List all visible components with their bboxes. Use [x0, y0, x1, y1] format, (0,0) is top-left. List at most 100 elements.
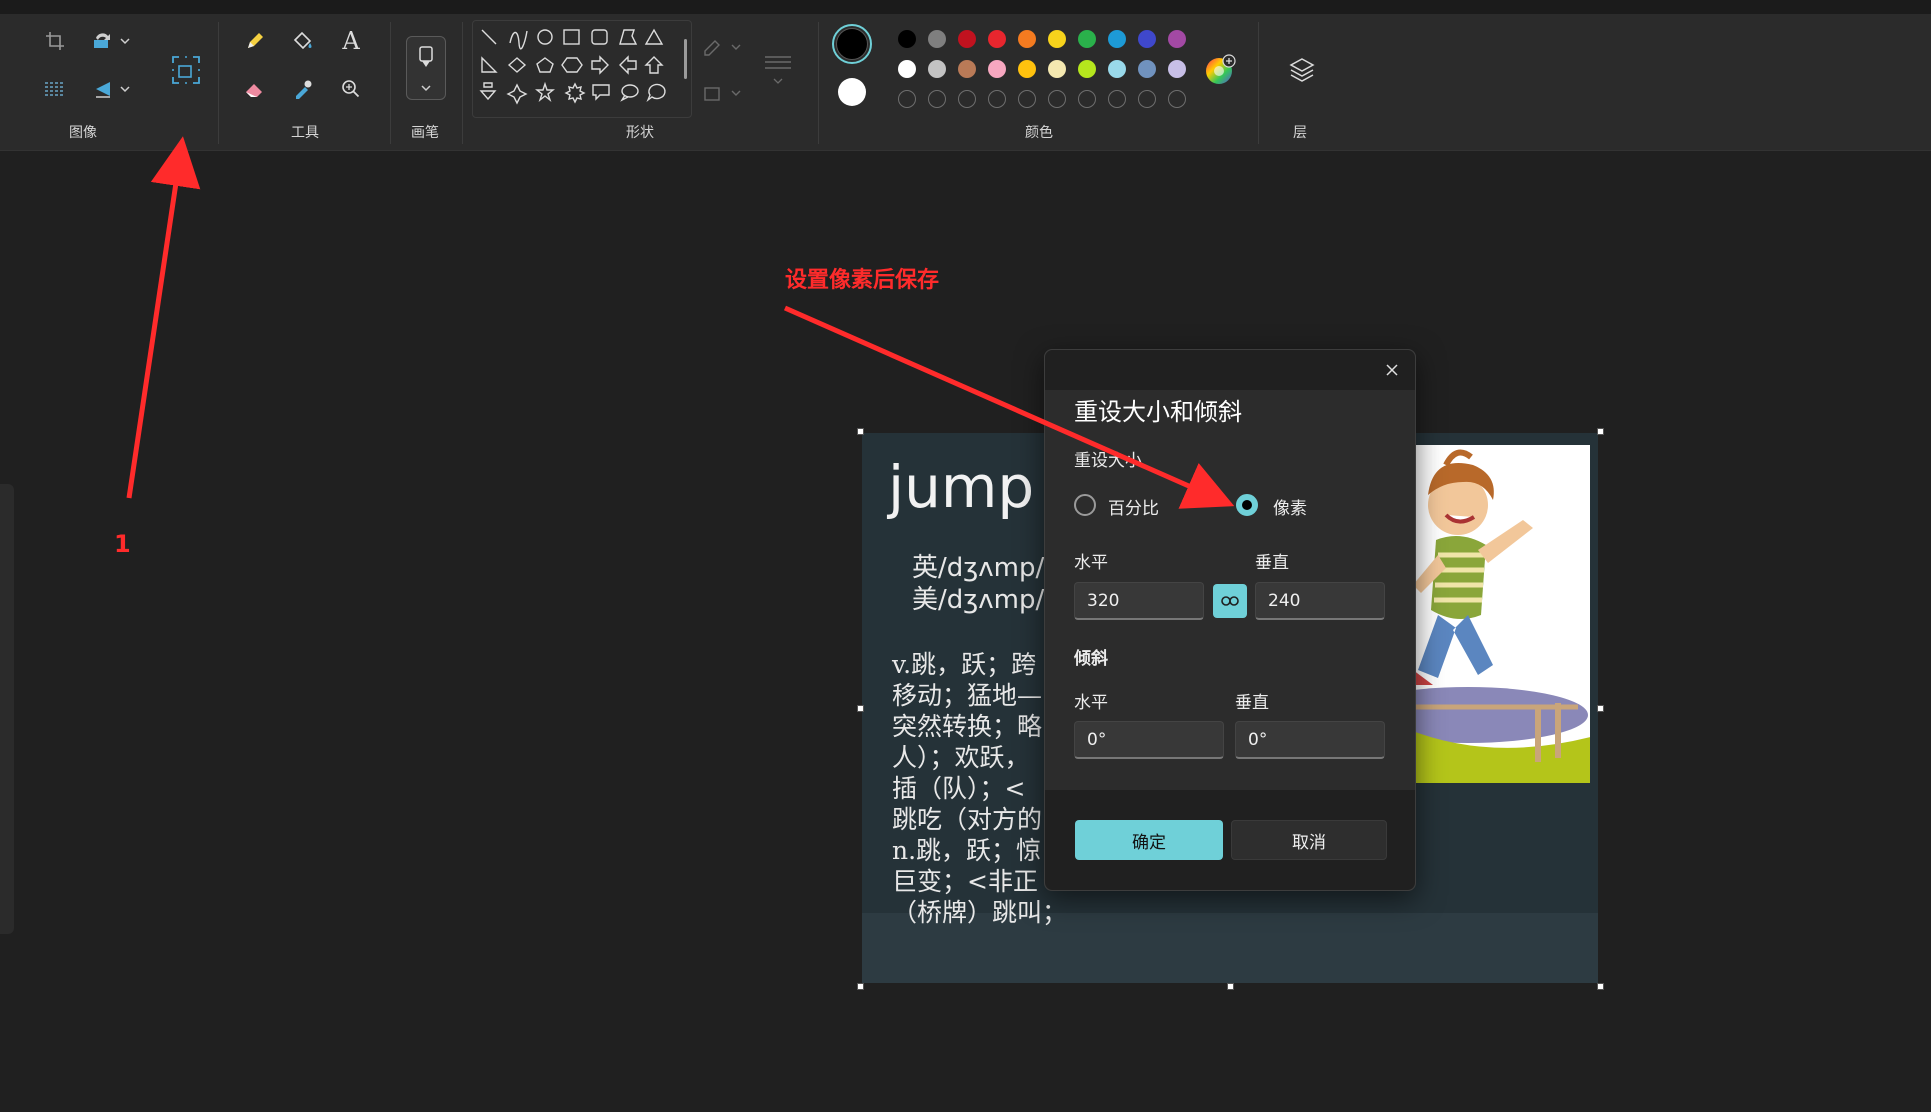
- rotate-chevron-down-icon[interactable]: [116, 24, 134, 58]
- resize-vertical-input[interactable]: 240: [1255, 582, 1385, 620]
- fill-style-icon[interactable]: [700, 76, 744, 110]
- color-swatch[interactable]: [988, 60, 1006, 78]
- color-swatch[interactable]: [1018, 30, 1036, 48]
- color-swatch[interactable]: [898, 30, 916, 48]
- color-swatch[interactable]: [1168, 60, 1186, 78]
- ribbon-separator: [818, 22, 819, 144]
- custom-color-slot[interactable]: [1048, 90, 1066, 108]
- custom-color-slot[interactable]: [1078, 90, 1096, 108]
- ribbon-group-image: 图像: [22, 14, 218, 150]
- pencil-icon[interactable]: [238, 24, 272, 58]
- brush-icon: [419, 45, 433, 67]
- group-label-colors: 颜色: [1025, 125, 1053, 141]
- flip-icon[interactable]: [86, 72, 120, 106]
- close-icon: [1386, 364, 1398, 376]
- custom-color-slot[interactable]: [1108, 90, 1126, 108]
- color-swatch[interactable]: [1048, 30, 1066, 48]
- select-all-icon[interactable]: [38, 72, 72, 106]
- group-label-tools: 工具: [291, 125, 319, 141]
- edit-colors-icon[interactable]: [1200, 50, 1240, 90]
- skew-section-title: 倾斜: [1074, 649, 1108, 669]
- percent-radio[interactable]: [1074, 494, 1096, 516]
- color-swatch[interactable]: [988, 30, 1006, 48]
- ribbon-group-colors: 颜色: [820, 14, 1258, 150]
- color-picker-icon[interactable]: [286, 72, 320, 106]
- selection-handle[interactable]: [1227, 983, 1234, 990]
- eraser-icon[interactable]: [238, 72, 272, 106]
- color-swatch[interactable]: [1138, 60, 1156, 78]
- flip-chevron-down-icon[interactable]: [116, 72, 134, 106]
- custom-color-slot[interactable]: [898, 90, 916, 108]
- selection-handle[interactable]: [857, 705, 864, 712]
- selection-handle[interactable]: [1597, 983, 1604, 990]
- ribbon-group-tools: A 工具: [220, 14, 390, 150]
- image-word: jump: [888, 453, 1035, 521]
- custom-color-slot[interactable]: [1138, 90, 1156, 108]
- cancel-button[interactable]: 取消: [1231, 820, 1387, 860]
- shapes-gallery-scrollbar[interactable]: [684, 39, 687, 79]
- selection-handle[interactable]: [1597, 705, 1604, 712]
- custom-color-slot[interactable]: [928, 90, 946, 108]
- color-swatch[interactable]: [928, 30, 946, 48]
- ok-button[interactable]: 确定: [1075, 820, 1223, 860]
- custom-color-slot[interactable]: [958, 90, 976, 108]
- selection-handle[interactable]: [1597, 428, 1604, 435]
- color-swatch[interactable]: [898, 60, 916, 78]
- color-swatch[interactable]: [1048, 60, 1066, 78]
- layers-icon[interactable]: [1282, 50, 1322, 90]
- image-definition-line: （桥牌）跳叫；: [892, 898, 1068, 927]
- custom-color-slot[interactable]: [1168, 90, 1186, 108]
- pixels-radio[interactable]: [1236, 494, 1258, 516]
- color-swatch[interactable]: [1138, 30, 1156, 48]
- ribbon-separator: [390, 22, 391, 144]
- pixels-radio-label: 像素: [1273, 499, 1307, 519]
- color-swatch[interactable]: [1108, 60, 1126, 78]
- custom-color-slot[interactable]: [1018, 90, 1036, 108]
- group-label-image: 图像: [69, 125, 97, 141]
- close-button[interactable]: [1379, 358, 1405, 382]
- text-tool-icon[interactable]: A: [334, 24, 368, 58]
- outline-style-icon[interactable]: [700, 30, 744, 64]
- group-label-layers: 层: [1293, 125, 1307, 141]
- skew-horizontal-input[interactable]: 0°: [1074, 721, 1224, 759]
- fill-bucket-icon[interactable]: [286, 24, 320, 58]
- selection-handle[interactable]: [857, 983, 864, 990]
- chevron-down-icon: [421, 84, 431, 91]
- ribbon-group-layers: 层: [1260, 14, 1340, 150]
- ribbon-toolbar: 图像 A 工具 画笔 形状 颜色 层: [0, 14, 1931, 151]
- annotation-save-hint: 设置像素后保存: [785, 268, 940, 293]
- link-icon: [1221, 596, 1239, 606]
- annotation-step-number: 1: [114, 530, 131, 558]
- custom-color-slot[interactable]: [988, 90, 1006, 108]
- color-swatch[interactable]: [1078, 30, 1096, 48]
- primary-color-button[interactable]: [832, 24, 872, 64]
- crop-icon[interactable]: [38, 24, 72, 58]
- color-swatch[interactable]: [1078, 60, 1096, 78]
- ribbon-group-shapes: 形状: [464, 14, 816, 150]
- shapes-gallery-icons: [479, 28, 666, 105]
- skew-vertical-label: 垂直: [1235, 693, 1269, 713]
- color-swatch[interactable]: [928, 60, 946, 78]
- skew-vertical-input[interactable]: 0°: [1235, 721, 1385, 759]
- brush-selector-button[interactable]: [406, 36, 446, 100]
- color-swatch[interactable]: [1018, 60, 1036, 78]
- selection-handle[interactable]: [857, 428, 864, 435]
- color-swatch[interactable]: [1168, 30, 1186, 48]
- secondary-color-button[interactable]: [838, 78, 866, 106]
- title-bar-strip: [0, 0, 1931, 15]
- aspect-ratio-lock-button[interactable]: [1213, 584, 1247, 618]
- resize-image-icon[interactable]: [166, 50, 206, 90]
- resize-horizontal-label: 水平: [1074, 553, 1108, 573]
- dialog-footer: 确定 取消: [1045, 790, 1415, 890]
- color-swatch[interactable]: [958, 60, 976, 78]
- color-swatch[interactable]: [958, 30, 976, 48]
- color-swatch[interactable]: [1108, 30, 1126, 48]
- line-size-icon[interactable]: [756, 44, 800, 94]
- shapes-gallery[interactable]: [472, 20, 692, 118]
- resize-horizontal-input[interactable]: 320: [1074, 582, 1204, 620]
- magnifier-icon[interactable]: [334, 72, 368, 106]
- rotate-icon[interactable]: [86, 24, 120, 58]
- ribbon-separator: [1258, 22, 1259, 144]
- side-panel-handle[interactable]: [0, 484, 14, 934]
- ribbon-separator: [462, 22, 463, 144]
